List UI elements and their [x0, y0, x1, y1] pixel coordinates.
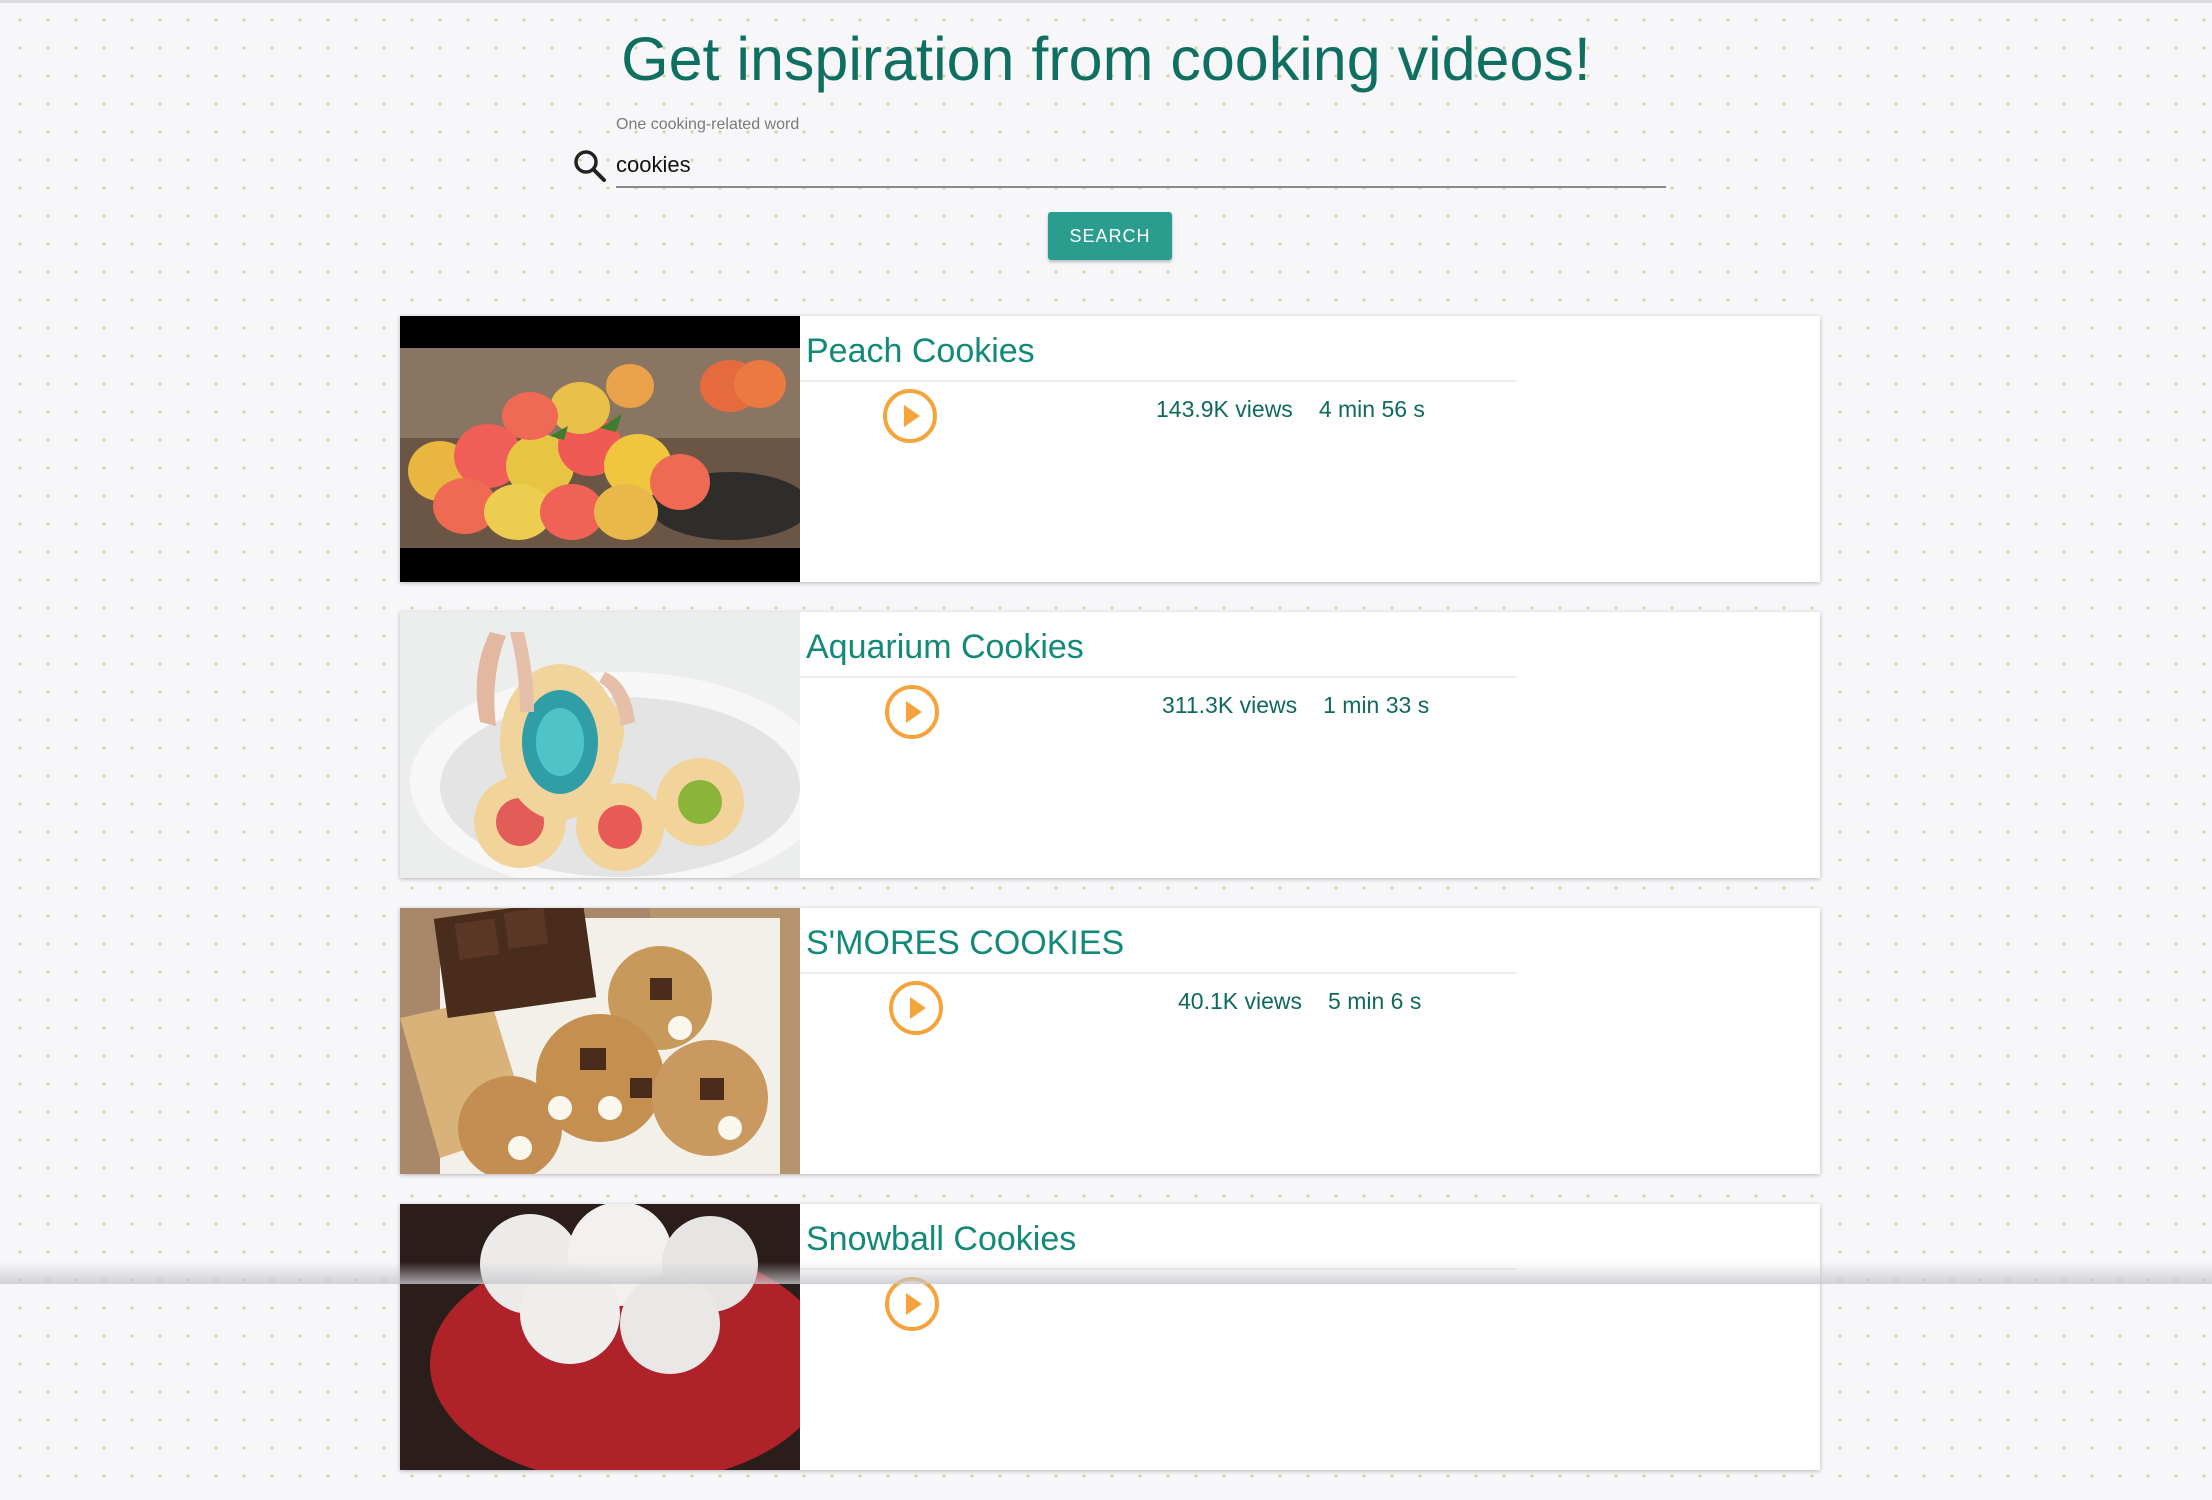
video-duration: 5 min 6 s: [1328, 988, 1422, 1014]
video-title[interactable]: Aquarium Cookies: [806, 628, 1084, 667]
search-input[interactable]: [616, 144, 1666, 188]
video-thumbnail[interactable]: [400, 612, 800, 878]
top-border: [0, 0, 2212, 3]
video-card: S'MORES COOKIES 40.1K views 5 min 6 s: [400, 908, 1820, 1174]
title-divider: [800, 380, 1516, 382]
view-count: 311.3K views: [1162, 692, 1298, 718]
video-card: Snowball Cookies: [400, 1204, 1820, 1470]
view-count: 40.1K views: [1178, 988, 1303, 1014]
play-circle-icon[interactable]: [888, 980, 944, 1036]
video-duration: 1 min 33 s: [1323, 692, 1430, 718]
video-thumbnail[interactable]: [400, 316, 800, 582]
video-meta: 311.3K views 1 min 33 s: [1162, 692, 1429, 719]
play-circle-icon[interactable]: [884, 684, 940, 740]
video-title[interactable]: Snowball Cookies: [806, 1220, 1076, 1259]
search-label: One cooking-related word: [616, 116, 800, 133]
title-divider: [800, 676, 1516, 678]
search-icon: [570, 146, 610, 186]
video-card: Aquarium Cookies 311.3K views 1 min 33 s: [400, 612, 1820, 878]
title-divider: [800, 972, 1516, 974]
video-thumbnail[interactable]: [400, 908, 800, 1174]
play-circle-icon[interactable]: [884, 1276, 940, 1332]
video-meta: 40.1K views 5 min 6 s: [1178, 988, 1421, 1015]
page-title: Get inspiration from cooking videos!: [621, 25, 1591, 93]
search-bar: One cooking-related word: [560, 112, 1666, 192]
view-count: 143.9K views: [1156, 396, 1293, 422]
video-list: Peach Cookies 143.9K views 4 min 56 s Aq…: [400, 316, 1820, 1500]
video-title[interactable]: Peach Cookies: [806, 332, 1035, 371]
video-duration: 4 min 56 s: [1318, 396, 1425, 422]
video-card: Peach Cookies 143.9K views 4 min 56 s: [400, 316, 1820, 582]
video-thumbnail[interactable]: [400, 1204, 800, 1470]
video-title[interactable]: S'MORES COOKIES: [806, 924, 1124, 963]
search-button[interactable]: SEARCH: [1048, 212, 1172, 260]
video-meta: 143.9K views 4 min 56 s: [1156, 396, 1425, 423]
title-divider: [800, 1268, 1516, 1270]
play-circle-icon[interactable]: [882, 388, 938, 444]
